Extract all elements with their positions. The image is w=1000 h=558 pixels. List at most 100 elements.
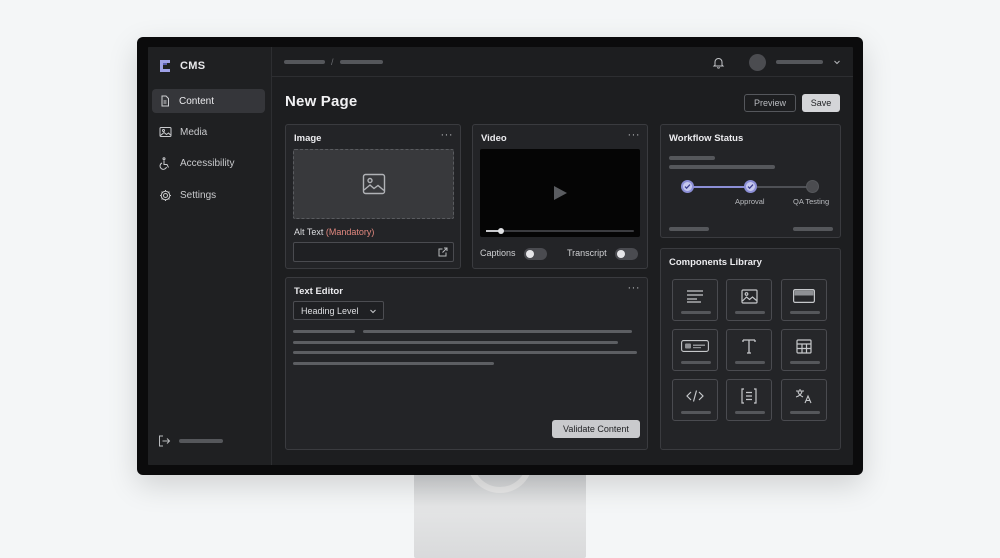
workflow-pending-line [757,186,809,188]
breadcrumb-item[interactable] [284,60,325,64]
chevron-down-icon [369,309,376,313]
heading-level-value: Heading Level [301,305,359,316]
save-button[interactable]: Save [802,94,840,112]
text-editor-card: Text Editor ··· Heading Level Validate C… [285,277,648,450]
text-line-placeholder [293,362,494,365]
mandatory-indicator: (Mandatory) [325,227,375,237]
card-title: Text Editor [294,286,343,297]
video-player[interactable] [480,149,640,237]
gear-icon [160,189,171,201]
logout-icon [159,435,171,447]
sidebar-item-settings[interactable]: Settings [152,183,265,207]
video-card: Video ··· Captions Transcript [472,124,648,269]
text-placeholder [669,227,709,231]
alt-text-label-text: Alt Text [294,227,324,237]
more-options-button[interactable]: ··· [628,282,641,294]
video-scrubber-handle[interactable] [497,228,504,234]
component-label-placeholder [790,411,820,414]
workflow-step-qa-testing[interactable] [806,180,819,193]
alt-text-input[interactable] [293,242,454,262]
workflow-step-label: Approval [735,197,765,206]
component-label-placeholder [735,311,765,314]
toggle-knob [526,250,534,258]
more-options-button[interactable]: ··· [441,129,454,141]
list-icon [741,388,757,404]
workflow-step-1[interactable] [681,180,694,193]
image-dropzone[interactable] [293,149,454,219]
sidebar-item-label: Settings [180,189,217,201]
component-card[interactable] [781,279,827,321]
check-icon [684,184,691,190]
sidebar-item-label: Content [179,95,215,107]
breadcrumb-separator: / [331,57,334,67]
brand-name: CMS [180,60,206,72]
workflow-step-label: QA Testing [793,197,830,206]
components-library-card: Components Library [660,248,841,450]
card-title: Image [294,133,322,144]
component-label-placeholder [790,311,820,314]
captions-toggle[interactable] [524,248,547,260]
cms-logo-icon [158,59,172,73]
workflow-step-approval[interactable] [744,180,757,193]
sidebar-item-content[interactable]: Content [152,89,265,113]
text-line-placeholder [293,341,618,344]
accessibility-icon [159,156,169,170]
component-label-placeholder [681,411,711,414]
chevron-down-icon[interactable] [833,58,841,66]
card-title: Workflow Status [669,133,744,144]
component-text-block[interactable] [672,279,718,321]
component-typography[interactable] [726,329,772,371]
component-code[interactable] [672,379,718,421]
card-icon [793,289,815,303]
text-line-placeholder [293,351,637,354]
video-scrubber[interactable] [486,228,634,234]
workflow-progress-line [689,186,752,188]
sidebar-item-accessibility[interactable]: Accessibility [152,151,265,175]
image-icon [740,288,758,304]
translate-icon [795,389,812,404]
transcript-label: Transcript [567,248,607,258]
brand[interactable]: CMS [158,55,205,77]
component-button[interactable] [672,329,718,371]
component-table[interactable] [781,329,827,371]
breadcrumb-item[interactable] [339,60,383,64]
component-label-placeholder [681,361,711,364]
page-title: New Page [285,93,358,110]
user-name-placeholder[interactable] [776,60,823,64]
bell-icon[interactable] [712,56,725,69]
logout-button[interactable] [158,435,223,447]
component-translate[interactable] [781,379,827,421]
avatar[interactable] [749,53,766,71]
code-icon [686,390,704,402]
top-bar: / [272,47,853,77]
logout-label-placeholder [179,439,223,443]
table-icon [796,338,812,354]
sidebar: CMS Content Media Accessibility Settings [148,47,272,465]
component-list[interactable] [726,379,772,421]
text-placeholder [793,227,833,231]
toggle-knob [617,250,625,258]
image-placeholder-icon [362,173,385,195]
transcript-toggle[interactable] [615,248,638,260]
check-icon [747,184,754,190]
text-placeholder [669,156,715,160]
component-image[interactable] [726,279,772,321]
image-icon [159,127,172,137]
sidebar-item-label: Media [180,126,208,138]
external-link-icon[interactable] [438,247,448,257]
captions-label: Captions [480,248,516,258]
component-label-placeholder [735,361,765,364]
component-label-placeholder [681,311,711,314]
more-options-button[interactable]: ··· [628,129,641,141]
card-title: Video [481,133,507,144]
preview-button[interactable]: Preview [744,94,796,112]
text-line-placeholder [363,330,632,333]
validate-content-button[interactable]: Validate Content [552,420,640,438]
typography-icon [742,339,756,354]
user-area [712,53,841,71]
card-title: Components Library [669,257,762,268]
image-card: Image ··· Alt Text (Mandatory) [285,124,461,269]
sidebar-item-media[interactable]: Media [152,120,265,144]
play-icon[interactable] [552,185,568,201]
heading-level-select[interactable]: Heading Level [293,301,384,320]
